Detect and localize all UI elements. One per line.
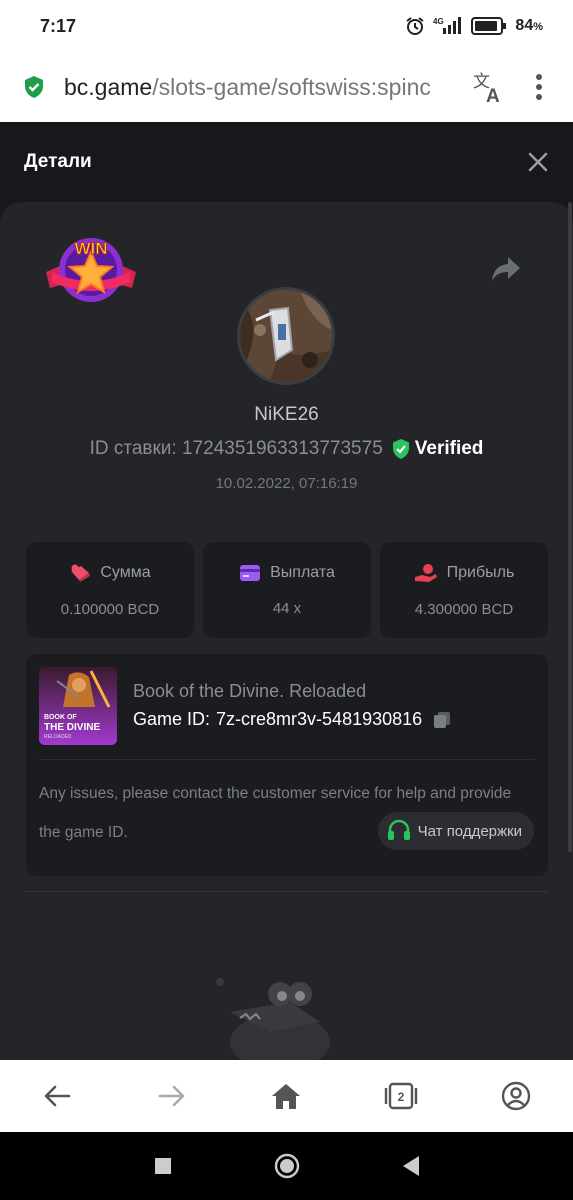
back-triangle-icon[interactable]: [391, 1146, 431, 1186]
stat-amount-label: Сумма: [100, 563, 151, 581]
tabs-icon[interactable]: 2: [376, 1071, 426, 1121]
thumb-line3: RELOADED: [44, 734, 72, 740]
game-card: BOOK OF THE DIVINE RELOADED Book of the …: [26, 654, 548, 876]
forward-arrow-icon[interactable]: [147, 1071, 197, 1121]
verified-shield-icon: [392, 439, 409, 459]
browser-toolbar: 2: [0, 1060, 573, 1132]
payout-card-icon: [240, 564, 261, 581]
bet-date: 10.02.2022, 07:16:19: [215, 475, 358, 492]
bet-amount-icon: [71, 564, 91, 582]
more-vert-icon[interactable]: [527, 67, 551, 107]
game-id: Game ID: 7z-cre8mr3v-5481930816: [133, 709, 452, 730]
stat-payout: Выплата 44 x: [203, 542, 371, 638]
support-chat-label: Чат поддержки: [417, 822, 522, 840]
avatar: [237, 287, 335, 385]
stat-profit-label: Прибыль: [446, 563, 515, 581]
divider: [39, 759, 535, 760]
profit-hand-icon: [414, 563, 437, 582]
stat-profit-value: 4.300000 BCD: [414, 600, 514, 618]
back-arrow-icon[interactable]: [32, 1071, 82, 1121]
share-icon[interactable]: [490, 255, 522, 283]
thumb-line2: THE DIVINE: [44, 722, 100, 733]
close-icon[interactable]: [525, 149, 551, 175]
battery-percent: 84%: [515, 17, 543, 34]
username: NiKE26: [254, 404, 319, 425]
status-icons: 4G 84%: [405, 16, 543, 36]
stat-amount: Сумма 0.100000 BCD: [26, 542, 194, 638]
divider: [26, 891, 548, 892]
system-nav-bar: [0, 1132, 573, 1200]
translate-icon[interactable]: 文A: [469, 67, 509, 107]
scrollbar[interactable]: [568, 202, 572, 852]
win-badge-icon: WIN: [46, 238, 136, 302]
status-bar: 7:17 4G 84%: [0, 0, 573, 52]
game-title[interactable]: Book of the Divine. Reloaded: [133, 681, 366, 702]
bet-id-line: ID ставки: 1724351963313773575 Verified: [0, 438, 573, 460]
stat-payout-label: Выплата: [270, 563, 335, 581]
alarm-icon: [405, 16, 425, 36]
stat-payout-value: 44 x: [272, 599, 302, 617]
svg-text:A: A: [486, 86, 500, 104]
account-icon[interactable]: [491, 1071, 541, 1121]
stat-amount-value: 0.100000 BCD: [60, 600, 160, 618]
signal-4g-icon: 4G: [433, 16, 463, 36]
thumb-line1: BOOK OF: [44, 714, 77, 721]
secure-shield-icon[interactable]: [22, 75, 46, 99]
home-circle-icon[interactable]: [267, 1146, 307, 1186]
support-chat-button[interactable]: Чат поддержки: [377, 812, 534, 850]
copy-icon[interactable]: [432, 710, 452, 730]
game-thumbnail[interactable]: BOOK OF THE DIVINE RELOADED: [39, 667, 117, 745]
url-text[interactable]: bc.game/slots-game/softswiss:spinc: [64, 74, 457, 101]
home-icon[interactable]: [261, 1071, 311, 1121]
status-time: 7:17: [40, 15, 77, 36]
bet-stats: Сумма 0.100000 BCD Выплата 44 x Прибыль …: [26, 542, 548, 638]
stat-profit: Прибыль 4.300000 BCD: [380, 542, 548, 638]
battery-icon: [471, 17, 507, 35]
tab-count: 2: [398, 1090, 405, 1104]
bet-id: ID ставки: 1724351963313773575: [89, 438, 383, 459]
page-header: Детали: [0, 122, 573, 202]
recents-square-icon[interactable]: [143, 1146, 183, 1186]
network-label: 4G: [433, 17, 444, 26]
browser-url-bar[interactable]: bc.game/slots-game/softswiss:spinc 文A: [0, 52, 573, 122]
bet-details-page: Детали WIN NiKE26 ID ставки: 17243519633…: [0, 122, 573, 1060]
headset-icon: [387, 819, 410, 840]
crocodile-mascot-icon: [216, 978, 330, 1060]
verified-badge: Verified: [391, 438, 483, 460]
win-badge-text: WIN: [74, 239, 107, 258]
page-title: Детали: [24, 151, 92, 172]
